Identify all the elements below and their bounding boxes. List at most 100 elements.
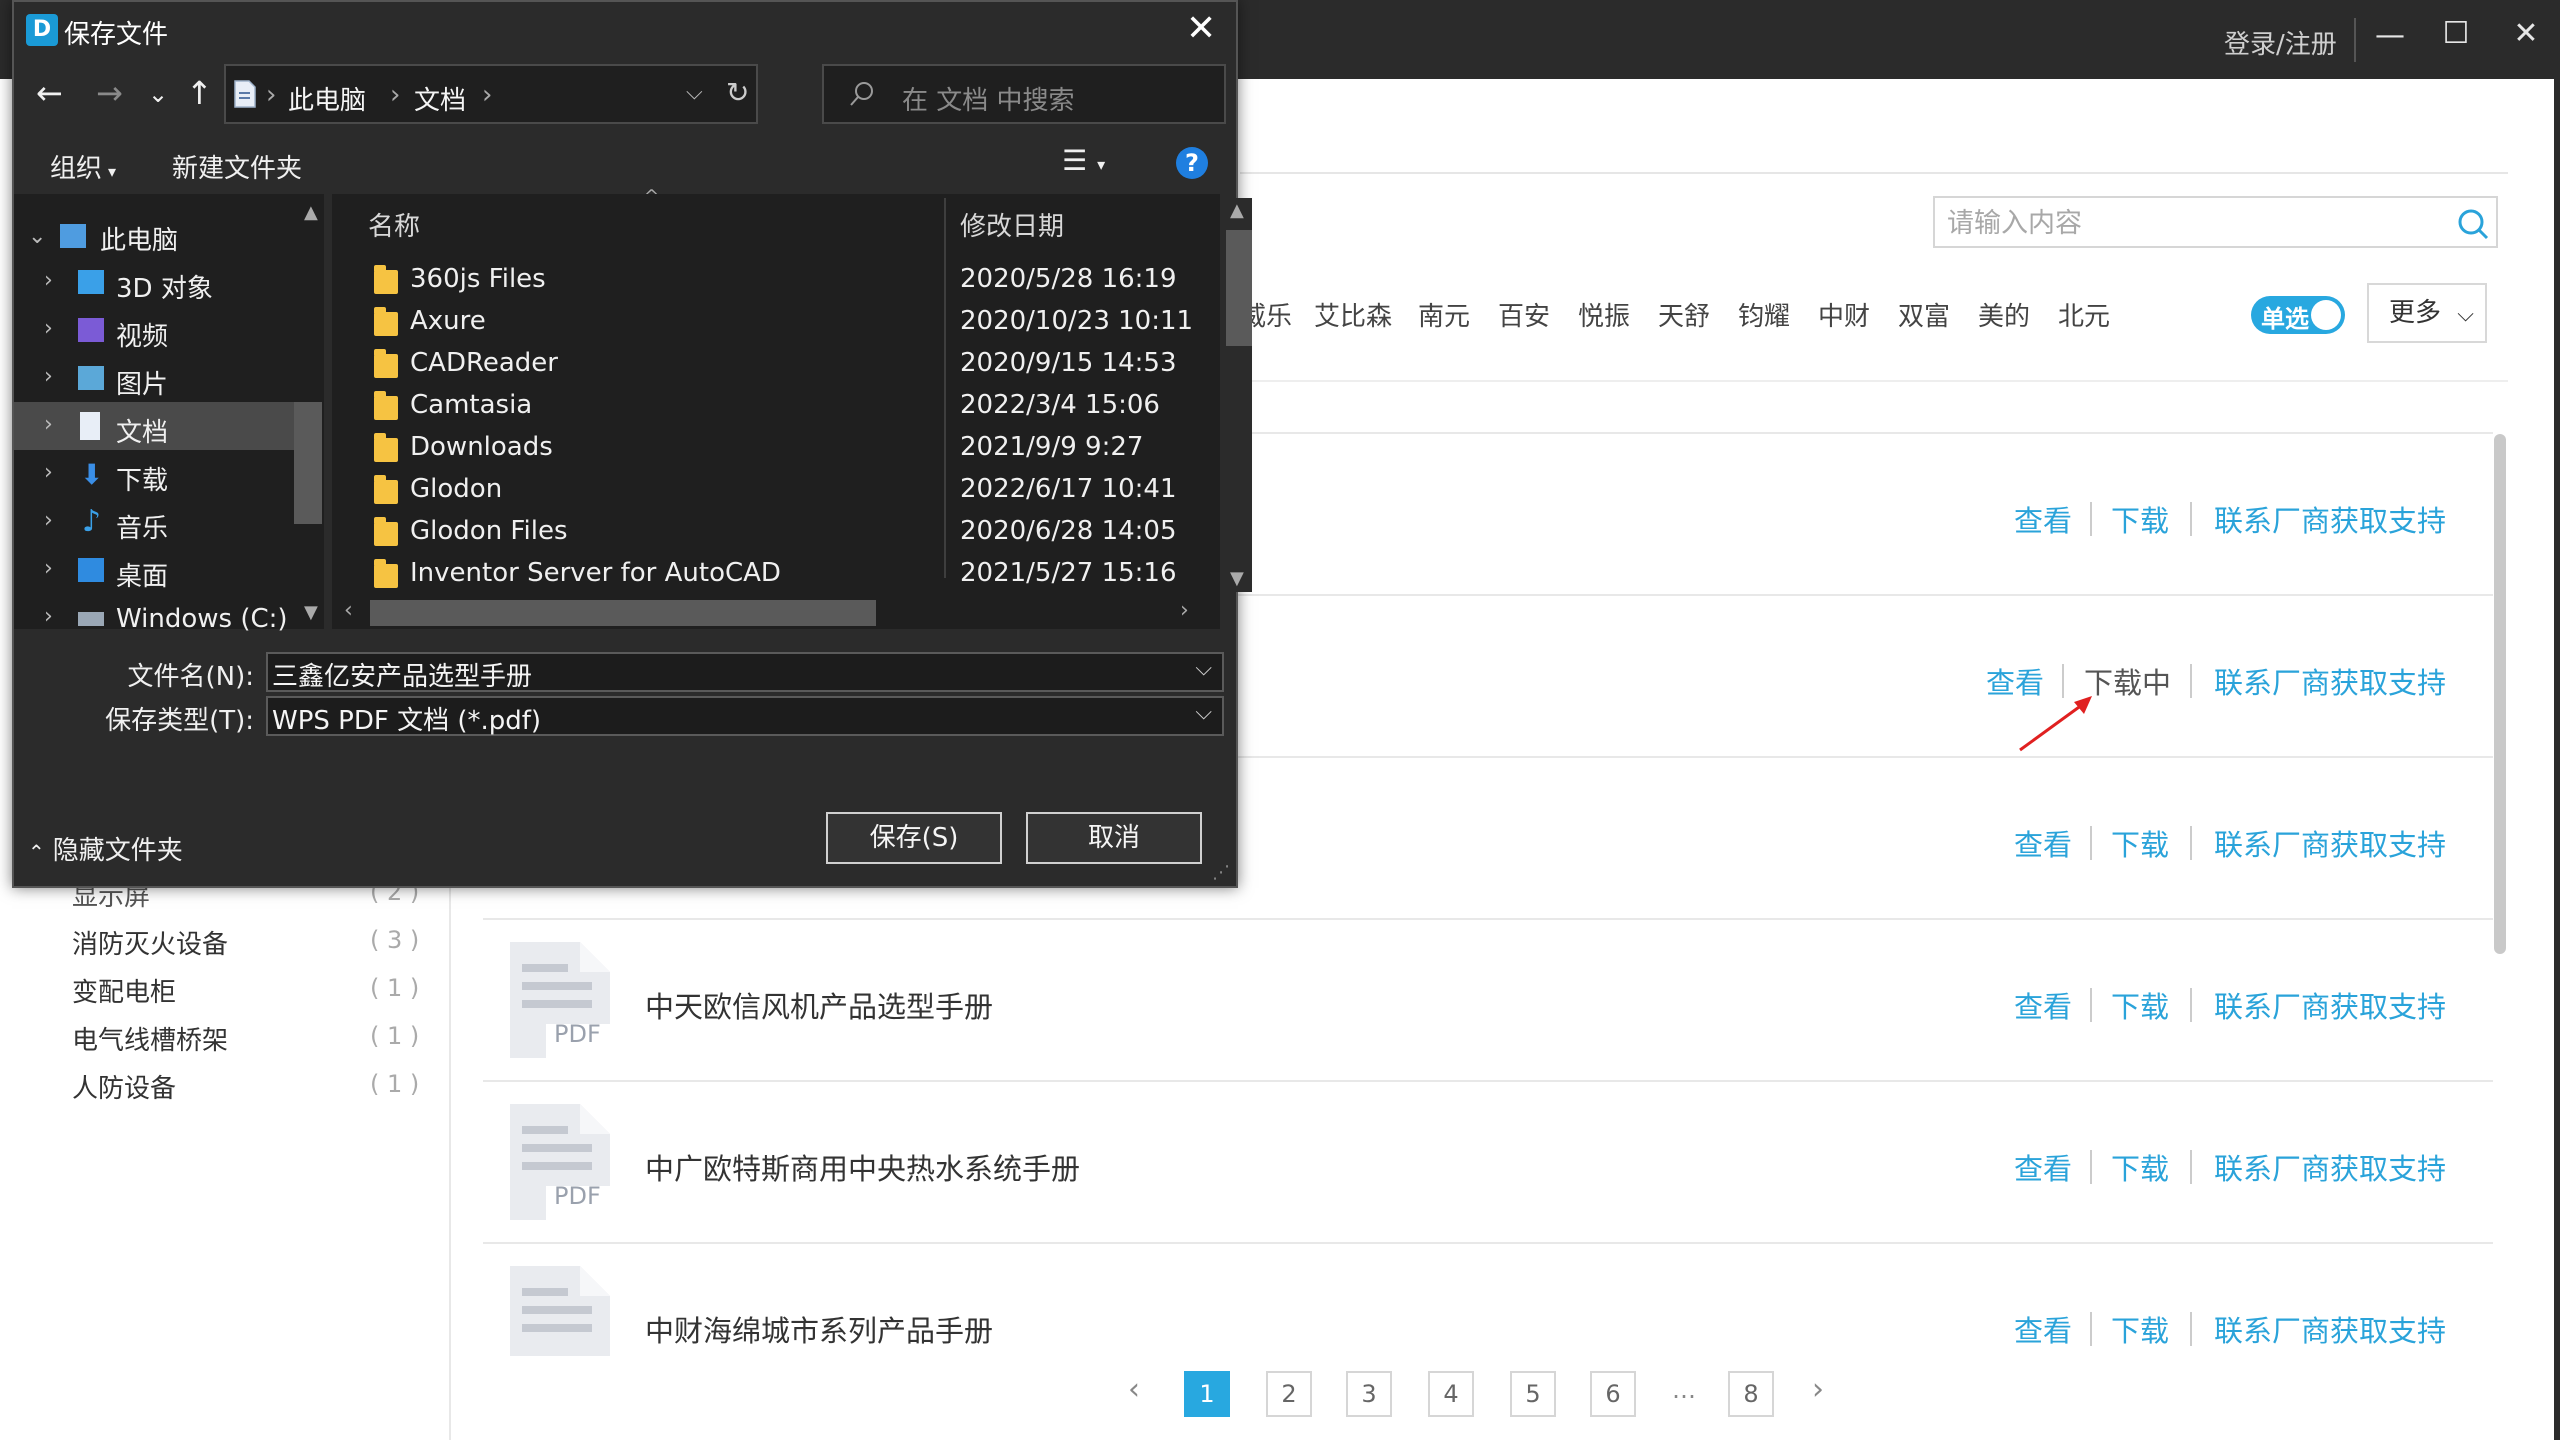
file-row-name[interactable]: CADReader [410,348,558,378]
download-link[interactable]: 下载 [2111,1308,2169,1350]
recent-locations-icon[interactable]: ⌄ [148,80,168,108]
chevron-down-icon[interactable]: ⌵ [1195,700,1212,725]
tree-item-pictures[interactable]: 图片 [116,364,168,401]
contact-vendor-link[interactable]: 联系厂商获取支持 [2214,822,2446,864]
column-header-date[interactable]: 修改日期 [960,206,1064,243]
tree-scrollbar-thumb[interactable] [294,402,322,524]
tree-collapse-icon[interactable]: › [44,412,53,437]
single-select-toggle[interactable]: 单选 [2251,296,2345,334]
tree-item-music[interactable]: 音乐 [116,508,168,545]
brand-filter-item[interactable]: 中财 [1818,296,1870,333]
tree-collapse-icon[interactable]: › [44,364,53,389]
file-scroll-down-icon[interactable]: ▼ [1230,568,1244,589]
contact-vendor-link[interactable]: 联系厂商获取支持 [2214,1308,2446,1350]
login-register-link[interactable]: 登录/注册 [2224,24,2337,61]
brand-filter-item[interactable]: 双富 [1898,296,1950,333]
brand-filter-item[interactable]: 艾比森 [1314,296,1392,333]
file-scroll-up-icon[interactable]: ▲ [1230,200,1244,221]
page-button-2[interactable]: 2 [1266,1371,1312,1417]
minimize-icon[interactable]: — [2360,18,2420,53]
help-icon[interactable]: ? [1176,147,1208,179]
tree-item-downloads[interactable]: 下载 [116,460,168,497]
view-link[interactable]: 查看 [2014,1308,2072,1350]
close-icon[interactable]: ✕ [2496,16,2556,51]
document-title[interactable]: 中天欧信风机产品选型手册 [645,984,993,1026]
download-link[interactable]: 下载 [2111,1146,2169,1188]
save-button[interactable]: 保存(S) [826,812,1002,864]
hscroll-left-icon[interactable]: ‹ [344,598,353,623]
tree-collapse-icon[interactable]: › [44,508,53,533]
brand-filter-item[interactable]: 北元 [2058,296,2110,333]
search-input[interactable] [1945,204,2429,242]
category-item[interactable]: 电气线槽桥架 [72,1020,228,1057]
list-scrollbar[interactable] [2494,434,2506,954]
breadcrumb-documents[interactable]: 文档 [414,80,466,117]
organize-menu[interactable]: 组织 ▾ [50,148,116,185]
file-row-name[interactable]: Downloads [410,432,553,462]
category-item[interactable]: 人防设备 [72,1068,176,1105]
page-button-4[interactable]: 4 [1428,1371,1474,1417]
file-row-name[interactable]: Axure [410,306,486,336]
tree-expand-icon[interactable]: ⌄ [28,224,46,249]
brand-filter-item[interactable]: 百安 [1498,296,1550,333]
page-button-5[interactable]: 5 [1510,1371,1556,1417]
document-title[interactable]: 中广欧特斯商用中央热水系统手册 [645,1146,1080,1188]
chevron-down-icon[interactable]: ⌵ [1195,656,1212,681]
view-options-icon[interactable]: ☰ ▾ [1062,144,1105,177]
address-bar[interactable]: › 此电脑 › 文档 › ⌵ ↻ [224,64,758,124]
view-link[interactable]: 查看 [2014,498,2072,540]
category-item[interactable]: 消防灭火设备 [72,924,228,961]
tree-collapse-icon[interactable]: › [44,268,53,293]
page-button-8[interactable]: 8 [1728,1371,1774,1417]
tree-collapse-icon[interactable]: › [44,604,53,629]
tree-item-windows-c[interactable]: Windows (C:) [116,604,288,634]
dialog-close-button[interactable]: ✕ [1186,8,1216,49]
brand-filter-item[interactable]: 美的 [1978,296,2030,333]
dialog-search-box[interactable]: 在 文档 中搜索 [822,64,1226,124]
brand-filter-item[interactable]: 天舒 [1658,296,1710,333]
maximize-icon[interactable]: ☐ [2426,16,2486,51]
filetype-select[interactable]: WPS PDF 文档 (*.pdf) ⌵ [266,696,1224,736]
filename-field[interactable]: 三鑫亿安产品选型手册 ⌵ [266,652,1224,692]
page-button-1[interactable]: 1 [1184,1371,1230,1417]
search-icon[interactable] [2457,208,2489,240]
tree-item-3d-objects[interactable]: 3D 对象 [116,268,213,305]
document-title[interactable]: 中财海绵城市系列产品手册 [645,1308,993,1350]
file-row-name[interactable]: Inventor Server for AutoCAD [410,558,781,588]
brand-filter-item[interactable]: 钧耀 [1738,296,1790,333]
download-link[interactable]: 下载 [2111,498,2169,540]
tree-item-video[interactable]: 视频 [116,316,168,353]
file-row-name[interactable]: Glodon [410,474,502,504]
hscroll-right-icon[interactable]: › [1180,598,1189,623]
view-link[interactable]: 查看 [2014,1146,2072,1188]
address-dropdown-icon[interactable]: ⌵ [686,80,703,105]
resize-grip-icon[interactable]: ⋰ [1212,862,1230,883]
view-link[interactable]: 查看 [2014,822,2072,864]
column-header-name[interactable]: 名称 [368,206,420,243]
prev-page-button[interactable]: ‹ [1128,1372,1140,1407]
tree-item-this-pc[interactable]: 此电脑 [100,220,178,257]
page-button-6[interactable]: 6 [1590,1371,1636,1417]
file-row-name[interactable]: 360js Files [410,264,546,294]
file-row-name[interactable]: Glodon Files [410,516,568,546]
more-button[interactable]: 更多 ⌵ [2367,283,2487,343]
cancel-button[interactable]: 取消 [1026,812,1202,864]
page-button-3[interactable]: 3 [1346,1371,1392,1417]
file-list-vscroll-thumb[interactable] [1226,230,1252,346]
column-separator[interactable] [944,198,946,578]
refresh-icon[interactable]: ↻ [726,76,749,109]
contact-vendor-link[interactable]: 联系厂商获取支持 [2214,1146,2446,1188]
up-arrow-icon[interactable]: ↑ [186,74,213,112]
tree-collapse-icon[interactable]: › [44,460,53,485]
contact-vendor-link[interactable]: 联系厂商获取支持 [2214,498,2446,540]
file-row-name[interactable]: Camtasia [410,390,532,420]
category-item[interactable]: 变配电柜 [72,972,176,1009]
contact-vendor-link[interactable]: 联系厂商获取支持 [2214,984,2446,1026]
next-page-button[interactable]: › [1812,1372,1824,1407]
breadcrumb-this-pc[interactable]: 此电脑 [288,80,366,117]
back-arrow-icon[interactable]: ← [36,74,63,112]
tree-scroll-down-icon[interactable]: ▼ [304,602,318,623]
tree-item-desktop[interactable]: 桌面 [116,556,168,593]
download-link[interactable]: 下载 [2111,984,2169,1026]
tree-collapse-icon[interactable]: › [44,556,53,581]
